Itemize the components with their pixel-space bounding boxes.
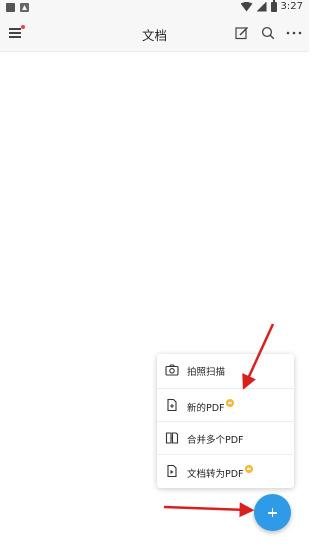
merge-pdf-icon bbox=[165, 432, 179, 444]
menu-item-new-pdf[interactable]: 新的PDF bbox=[157, 388, 294, 421]
signal-icon bbox=[256, 1, 267, 12]
camera-icon bbox=[165, 364, 179, 376]
add-button[interactable] bbox=[254, 494, 291, 531]
battery-icon bbox=[270, 0, 277, 12]
status-time: 3:27 bbox=[280, 1, 303, 12]
premium-badge-icon bbox=[244, 465, 253, 473]
premium-badge-icon bbox=[225, 399, 234, 407]
convert-pdf-icon bbox=[167, 464, 177, 478]
more-icon[interactable] bbox=[286, 26, 302, 40]
menu-item-label: 文档转为PDF bbox=[187, 465, 253, 480]
menu-item-convert-pdf[interactable]: 文档转为PDF bbox=[157, 454, 294, 487]
app-bar: 文档 bbox=[0, 16, 309, 52]
menu-item-text: 新的PDF bbox=[187, 403, 225, 414]
new-pdf-icon bbox=[167, 398, 177, 412]
status-notifications bbox=[6, 3, 29, 12]
menu-item-merge-pdf[interactable]: 合并多个PDF bbox=[157, 421, 294, 454]
menu-item-label: 拍照扫描 bbox=[187, 367, 226, 378]
menu-item-label: 新的PDF bbox=[187, 399, 234, 414]
search-icon[interactable] bbox=[261, 26, 275, 40]
menu-item-label: 合并多个PDF bbox=[187, 435, 244, 446]
status-bar: 3:27 bbox=[0, 0, 309, 16]
notification-icon-2 bbox=[20, 3, 29, 12]
wifi-icon bbox=[240, 1, 253, 12]
menu-item-text: 文档转为PDF bbox=[187, 469, 244, 480]
edit-icon[interactable] bbox=[235, 26, 249, 40]
create-popup-menu: 拍照扫描 新的PDF 合并多个PDF 文档转为PDF bbox=[157, 354, 294, 488]
menu-item-photo-scan[interactable]: 拍照扫描 bbox=[157, 354, 294, 387]
notification-icon bbox=[6, 3, 15, 12]
status-indicators: 3:27 bbox=[240, 0, 303, 12]
